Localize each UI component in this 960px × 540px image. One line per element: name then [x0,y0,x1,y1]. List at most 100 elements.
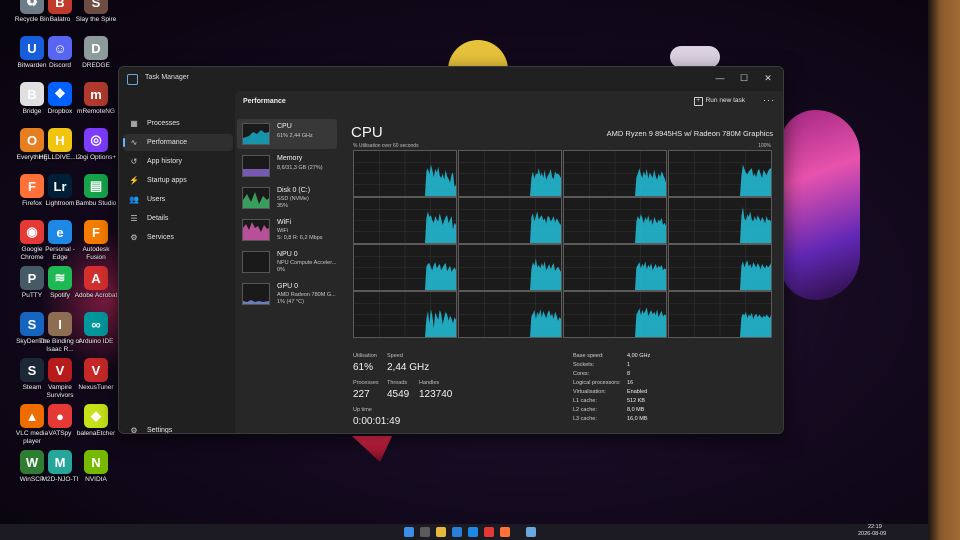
nav-label: Settings [147,427,173,434]
users-icon: 👥 [129,195,139,204]
cpu-core-graph [353,150,457,197]
search-icon[interactable] [420,527,430,537]
cpu-core-graph [458,244,562,291]
page-title: Performance [243,98,286,105]
cpu-heading: CPU [351,124,383,141]
file-explorer-icon[interactable] [436,527,446,537]
desktop-icon[interactable]: ◆ balenaEtcher [74,404,118,438]
resource-name: NPU 0 [277,251,298,258]
handles-label: Handles [419,380,440,386]
resource-value: 35% [277,203,289,209]
resource-cpu[interactable]: CPU 61% 2,44 GHz [237,119,337,149]
sidebar: ▦ Processes ∿ Performance ↺ App history … [119,91,235,433]
utilisation-label: Utilisation [353,353,377,359]
cpu-core-graph [668,244,772,291]
history-icon: ↺ [130,157,138,166]
nav-performance[interactable]: ∿ Performance [123,134,233,151]
windows-start-icon[interactable] [404,527,414,537]
nav-settings[interactable]: ⚙ Settings [123,422,233,434]
app-icon: ● [48,404,72,428]
l2-cache-label: L2 cache: [573,407,597,413]
firefox-icon[interactable] [500,527,510,537]
desktop-icon-label: balenaEtcher [76,430,116,437]
close-button[interactable]: ✕ [757,70,779,86]
virtualisation-label: Virtualisation: [573,389,606,395]
resource-gpu[interactable]: GPU 0 AMD Radeon 780M G... 1% (47 °C) [237,279,337,309]
nav-processes[interactable]: ▦ Processes [123,115,233,132]
app-icon: M [48,450,72,474]
l3-cache-label: L3 cache: [573,416,597,422]
desktop-icon-label: Adobe Acrobat [74,292,118,299]
l2-cache-value: 8,0 MB [627,407,645,413]
desktop-icon[interactable]: F Autodesk Fusion [74,220,118,261]
desktop-icon[interactable]: m mRemoteNG [74,82,118,116]
resource-npu[interactable]: NPU 0 NPU Compute Acceler... 0% [237,247,337,277]
desktop-icon-label: Slay the Spire [75,16,117,23]
minimize-button[interactable]: — [709,70,731,86]
app-icon: H [48,128,72,152]
desktop-icon[interactable]: ◎ Logi Options+ [74,128,118,162]
resource-value: 0% [277,267,285,273]
nav-startup-apps[interactable]: ⚡ Startup apps [123,172,233,189]
desktop-icon[interactable]: S Slay the Spire [74,0,118,24]
chrome-icon[interactable] [484,527,494,537]
resource-detail: SSD (NVMe) [277,196,309,202]
cpu-thumbnail [242,123,270,145]
app-icon: e [48,220,72,244]
desktop-icon[interactable]: V NexusTuner [74,358,118,392]
cores-label: Cores: [573,371,590,377]
app-icon: ∞ [84,312,108,336]
disk-thumbnail [242,187,270,209]
desktop-icon-label: Bambu Studio [75,200,117,207]
app-icon: D [84,36,108,60]
more-options-button[interactable]: ··· [763,95,775,105]
resource-value: 1% (47 °C) [277,299,304,305]
cpu-core-graph [563,150,667,197]
clock-date[interactable]: 2026-08-09 [858,531,886,537]
nav-details[interactable]: ☰ Details [123,210,233,227]
task-manager-taskbar-icon[interactable] [526,527,536,537]
run-new-task-button[interactable]: + Run new task [693,97,745,106]
desktop-icon[interactable]: A Adobe Acrobat [74,266,118,300]
desktop-icon[interactable]: ▤ Bambu Studio [74,174,118,208]
maximize-button[interactable]: ☐ [733,70,755,86]
nav-app-history[interactable]: ↺ App history [123,153,233,170]
cores-value: 8 [627,371,631,377]
performance-panel: Performance + Run new task ··· CPU 61% 2,… [235,91,783,433]
nav-label: Users [147,196,166,203]
nav-services[interactable]: ⚙ Services [123,229,233,246]
nav-label: Processes [147,120,180,127]
resource-memory[interactable]: Memory 8,6/31,3 GB (27%) [237,151,337,181]
app-icon: ❖ [48,82,72,106]
desktop-icon[interactable]: N NVIDIA [74,450,118,484]
settings-gear-icon: ⚙ [130,426,138,434]
nav-label: Details [147,215,169,222]
run-task-label: Run new task [705,97,745,104]
resource-value: S: 0,8 R: 6,2 Mbps [277,235,323,241]
resource-name: WiFi [277,219,291,226]
edge-icon[interactable] [452,527,462,537]
title-bar[interactable]: Task Manager — ☐ ✕ [119,67,783,91]
resource-detail: AMD Radeon 780M G... [277,292,336,298]
cpu-core-graphs [353,150,772,338]
desktop-icon[interactable]: ∞ Arduino IDE [74,312,118,346]
task-manager-icon [127,74,138,85]
sockets-value: 1 [627,362,631,368]
desktop-icon-label: Autodesk Fusion [82,246,110,261]
app-icon: ▤ [84,174,108,198]
resource-wifi[interactable]: WiFi WiFi S: 0,8 R: 6,2 Mbps [237,215,337,245]
app-icon: I [48,312,72,336]
processes-value: 227 [353,389,370,400]
resource-disk[interactable]: Disk 0 (C:) SSD (NVMe) 35% [237,183,337,213]
desktop-icon[interactable]: D DREDGE [74,36,118,70]
app-icon: ☺ [48,36,72,60]
nav-users[interactable]: 👥 Users [123,191,233,208]
cpu-core-graph [668,291,772,338]
clock-time[interactable]: 22:19 [868,524,882,530]
app-icon: S [84,0,108,14]
startup-icon: ⚡ [129,176,139,185]
resource-name: Memory [277,155,303,162]
cpu-core-graph [353,197,457,244]
cpu-core-graph [458,291,562,338]
store-icon[interactable] [468,527,478,537]
